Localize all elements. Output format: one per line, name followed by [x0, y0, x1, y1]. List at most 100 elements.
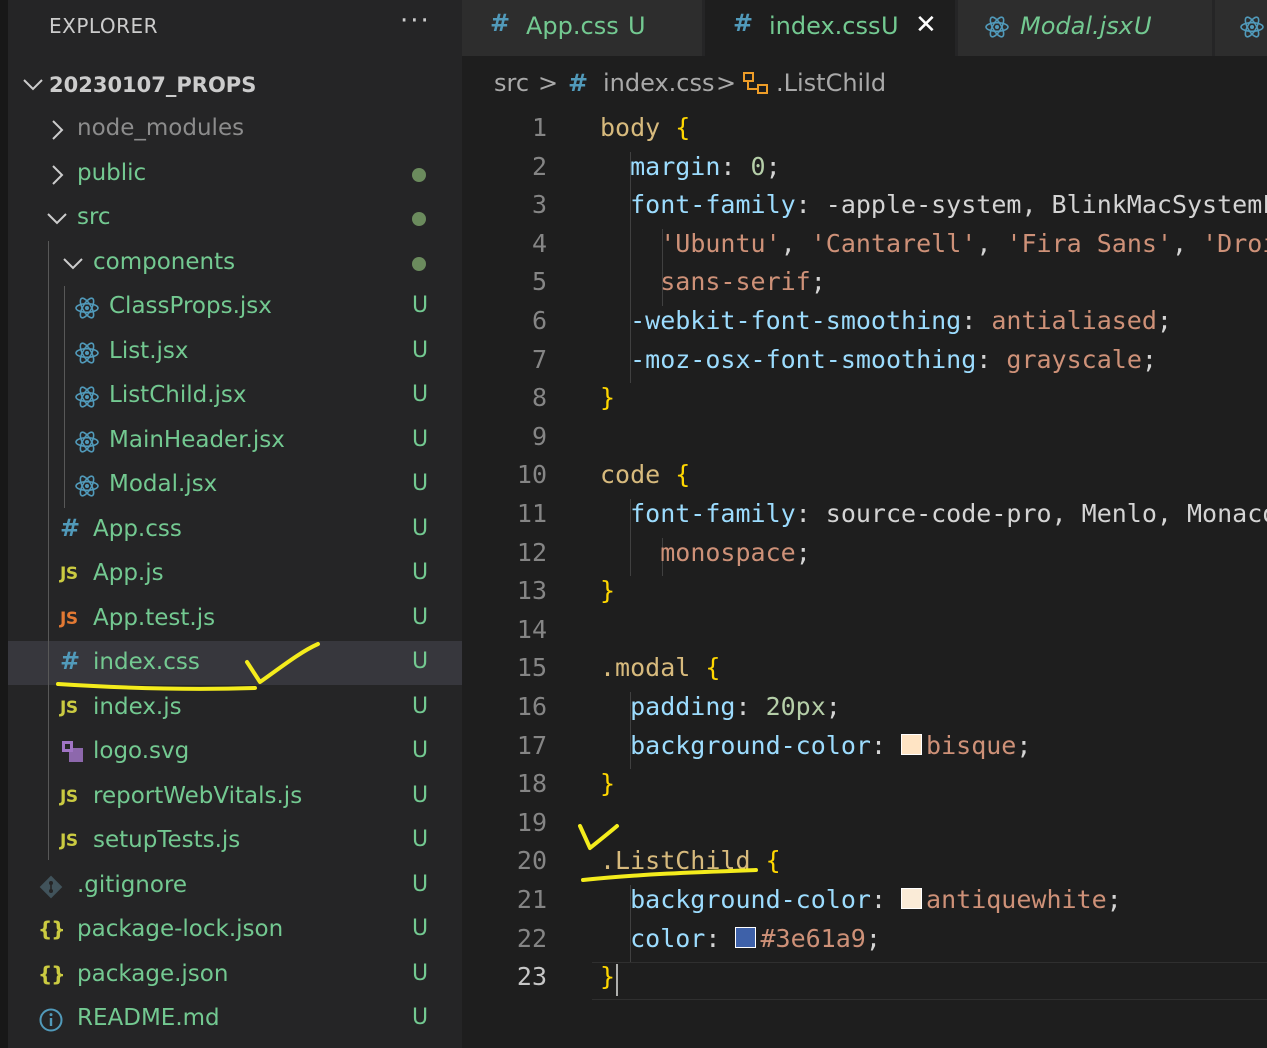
code-line[interactable]: sans-serif;: [600, 267, 826, 296]
tree-item-mainheader-jsx[interactable]: MainHeader.jsx U: [8, 419, 462, 463]
code-line[interactable]: -webkit-font-smoothing: antialiased;: [600, 306, 1172, 335]
js-icon: JS: [60, 697, 78, 718]
untracked-badge: U: [412, 471, 429, 496]
color-swatch[interactable]: [735, 926, 757, 948]
tab-index-css[interactable]: # index.css U ✕: [705, 0, 956, 56]
code-line[interactable]: padding: 20px;: [600, 692, 841, 721]
tree-item-label: node_modules: [77, 115, 245, 141]
code-line[interactable]: .modal {: [600, 653, 720, 682]
breadcrumb-file[interactable]: index.css: [603, 69, 715, 97]
chevron-down-icon: [23, 79, 43, 91]
close-icon[interactable]: ✕: [915, 10, 937, 40]
code-line[interactable]: code {: [600, 460, 690, 489]
more-actions-button[interactable]: ···: [400, 6, 431, 36]
tree-item-public[interactable]: public: [8, 152, 462, 196]
js-icon: JS: [60, 831, 78, 851]
indent-guide: [64, 286, 65, 508]
code-line[interactable]: .ListChild {: [600, 846, 781, 875]
code-token: ,: [1172, 228, 1203, 258]
line-number: 8: [531, 383, 547, 413]
code-line[interactable]: monospace;: [600, 538, 811, 567]
code-line[interactable]: color: #3e61a9;: [600, 924, 881, 953]
tree-item-node-modules[interactable]: node_modules: [8, 107, 462, 151]
tree-item-setuptests-js[interactable]: JS setupTests.js U: [8, 819, 462, 863]
code-token: code: [600, 460, 661, 490]
code-line[interactable]: }: [600, 576, 615, 605]
tree-item-classprops-jsx[interactable]: ClassProps.jsx U: [8, 285, 462, 329]
tree-item-label: components: [93, 248, 236, 275]
chevron-right-icon: [52, 120, 64, 140]
tree-item-list-jsx[interactable]: List.jsx U: [8, 330, 462, 374]
code-token: -webkit-font-smoothing: [600, 306, 962, 335]
code-line[interactable]: -moz-osx-font-smoothing: grayscale;: [600, 345, 1157, 374]
color-swatch[interactable]: [901, 888, 923, 909]
code-token: background-color: [600, 730, 871, 760]
code-line[interactable]: font-family: -apple-system, BlinkMacSyst…: [600, 190, 1267, 219]
tree-item-package-json[interactable]: {} package.json U: [8, 953, 462, 997]
tree-item-label: reportWebVitals.js: [93, 782, 303, 809]
json-icon: {}: [38, 961, 65, 986]
color-swatch[interactable]: [901, 733, 923, 755]
tree-item-modal-jsx[interactable]: Modal.jsx U: [8, 463, 462, 507]
tree-item-index-js[interactable]: JS index.js U: [8, 686, 462, 730]
code-token: {: [675, 460, 691, 490]
line-number: 4: [531, 228, 547, 258]
tree-item-label: README.md: [77, 1005, 220, 1031]
current-line-highlight: [592, 962, 1267, 1001]
code-token: }: [600, 383, 616, 413]
code-line[interactable]: }: [600, 962, 615, 991]
code-line[interactable]: }: [600, 383, 615, 412]
tree-item-label: List.jsx: [109, 337, 189, 364]
breadcrumb: src > # index.css > .ListChild: [462, 56, 1267, 112]
untracked-badge: U: [412, 515, 429, 541]
tab-status-badge: U: [1134, 12, 1152, 40]
explorer-sidebar: EXPLORER ··· 20230107_PROPS node_modules…: [8, 0, 462, 1048]
code-line[interactable]: 'Ubuntu', 'Cantarell', 'Fira Sans', 'Dro…: [600, 229, 1267, 258]
code-line[interactable]: font-family: source-code-pro, Menlo, Mon…: [600, 499, 1267, 528]
tree-item-label: logo.svg: [93, 738, 190, 764]
code-token: : source-code-pro, Menlo, Monaco, Consol…: [795, 499, 1267, 528]
code-line[interactable]: body {: [600, 113, 690, 142]
tab-overflow[interactable]: [1215, 0, 1267, 56]
code-editor[interactable]: 1 body {2 margin: 0; 3 font-family: -apple…: [462, 112, 1267, 1048]
tree-item-app-test-js[interactable]: JS App.test.js U: [8, 597, 462, 641]
tree-item-reportwebvitals-js[interactable]: JS reportWebVitals.js U: [8, 775, 462, 819]
code-line[interactable]: }: [600, 769, 615, 798]
code-line[interactable]: background-color: antiquewhite;: [600, 885, 1122, 914]
untracked-badge: U: [412, 827, 429, 852]
tree-item-listchild-jsx[interactable]: ListChild.jsx U: [8, 374, 462, 418]
workspace-root[interactable]: 20230107_PROPS: [8, 63, 462, 107]
code-line[interactable]: margin: 0;: [600, 152, 781, 181]
breadcrumb-folder[interactable]: src: [494, 69, 529, 97]
line-number: 23: [516, 962, 547, 992]
untracked-badge: U: [412, 337, 429, 363]
code-line[interactable]: background-color: bisque;: [600, 731, 1031, 760]
tree-item-readme-md[interactable]: README.md U: [8, 997, 462, 1041]
info-icon: [39, 1008, 63, 1032]
code-token: font-family: [600, 499, 796, 528]
css-icon: #: [733, 9, 754, 37]
tree-item-index-css[interactable]: # index.css U: [8, 641, 462, 685]
tree-item-app-js[interactable]: JS App.js U: [8, 552, 462, 596]
text-cursor: [616, 964, 618, 997]
code-token: margin: [600, 151, 721, 181]
tab-app-css[interactable]: # App.css U: [462, 0, 703, 56]
tab-modal-jsx[interactable]: Modal.jsx U: [958, 0, 1213, 56]
tree-item-logo-svg[interactable]: logo.svg U: [8, 730, 462, 774]
code-token: :: [961, 306, 992, 335]
tree-item-package-lock-json[interactable]: {} package-lock.json U: [8, 908, 462, 952]
css-icon: #: [490, 9, 511, 37]
code-token: {: [705, 653, 721, 683]
modified-dot-icon: [412, 212, 426, 226]
tree-item-label: App.js: [93, 560, 164, 586]
code-token: color: [600, 923, 706, 953]
svg-icon: [62, 741, 83, 762]
tree-item-components[interactable]: components: [8, 241, 462, 285]
tree-item-gitignore[interactable]: .gitignore U: [8, 864, 462, 908]
breadcrumb-symbol[interactable]: .ListChild: [776, 69, 886, 97]
tree-item-app-css[interactable]: # App.css U: [8, 508, 462, 552]
tree-item-src[interactable]: src: [8, 196, 462, 240]
